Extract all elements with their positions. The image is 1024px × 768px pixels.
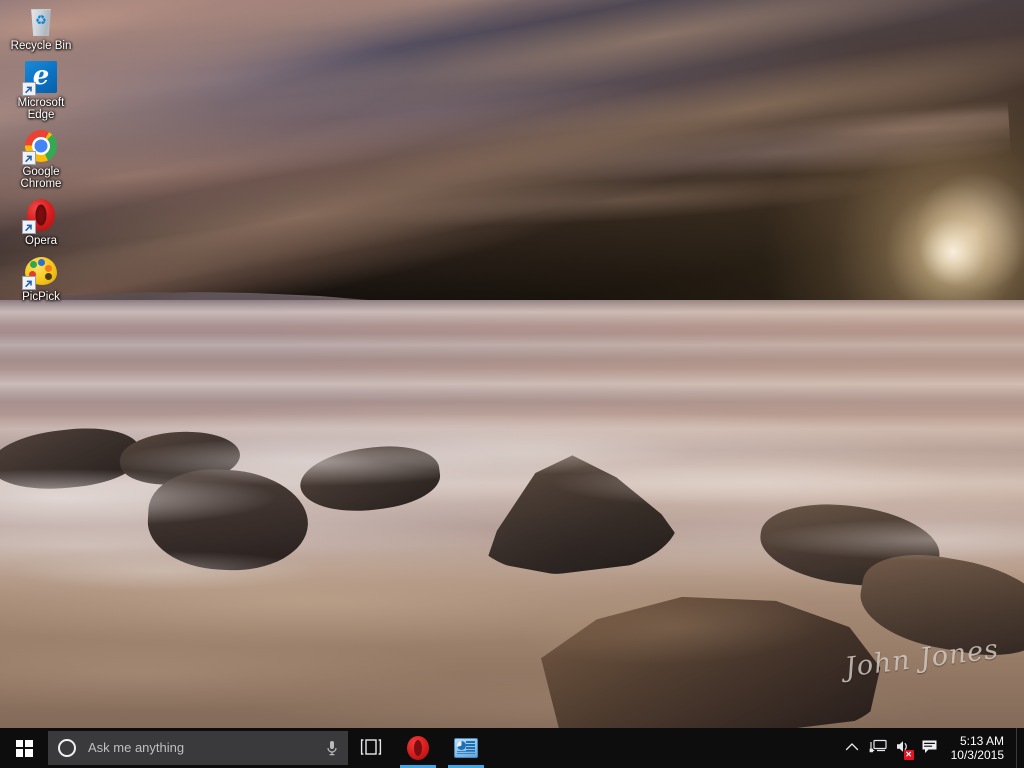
- clock-date: 10/3/2015: [951, 748, 1004, 762]
- taskbar[interactable]: Ask me anything: [0, 728, 1024, 768]
- shortcut-arrow-icon: [22, 151, 36, 165]
- desktop-icon-microsoft-edge[interactable]: e Microsoft Edge: [2, 59, 80, 122]
- desktop[interactable]: John Jones ♻ Recycle Bin e: [0, 0, 1024, 768]
- desktop-icon-label: Recycle Bin: [3, 40, 79, 53]
- task-view-icon: [360, 739, 382, 758]
- start-button[interactable]: [0, 728, 48, 768]
- network-button[interactable]: [865, 728, 891, 768]
- show-desktop-button[interactable]: [1016, 728, 1024, 768]
- desktop-icon-picpick[interactable]: PicPick: [2, 253, 80, 304]
- task-view-button[interactable]: [348, 728, 394, 768]
- taskbar-app-picpick[interactable]: [442, 728, 490, 768]
- desktop-icon-google-chrome[interactable]: Google Chrome: [2, 128, 80, 191]
- action-center-button[interactable]: [917, 728, 943, 768]
- desktop-icon-grid: ♻ Recycle Bin e Microsoft Edge: [0, 0, 84, 720]
- microphone-icon[interactable]: [324, 739, 340, 757]
- desktop-icon-label: Microsoft Edge: [3, 97, 79, 122]
- action-center-icon: [921, 739, 938, 758]
- shortcut-arrow-icon: [22, 276, 36, 290]
- wallpaper-color-grade: [0, 0, 1024, 768]
- google-chrome-icon: [23, 128, 59, 164]
- picpick-icon: [454, 738, 478, 758]
- desktop-icon-label: PicPick: [3, 291, 79, 304]
- search-placeholder-text: Ask me anything: [88, 740, 324, 756]
- clock[interactable]: 5:13 AM 10/3/2015: [943, 728, 1016, 768]
- chevron-up-icon: [845, 741, 859, 755]
- desktop-icon-opera[interactable]: Opera: [2, 197, 80, 248]
- cortana-circle-icon[interactable]: [58, 739, 76, 757]
- system-tray: ✕ 5:13 AM 10/3/2015: [839, 728, 1024, 768]
- volume-button[interactable]: ✕: [891, 728, 917, 768]
- taskbar-app-opera[interactable]: [394, 728, 442, 768]
- show-hidden-icons-button[interactable]: [839, 728, 865, 768]
- clock-time: 5:13 AM: [960, 734, 1004, 748]
- picpick-icon: [23, 253, 59, 289]
- shortcut-arrow-icon: [22, 220, 36, 234]
- desktop-icon-label: Google Chrome: [3, 166, 79, 191]
- search-input[interactable]: Ask me anything: [48, 731, 348, 765]
- desktop-icon-label: Opera: [3, 235, 79, 248]
- shortcut-arrow-icon: [22, 82, 36, 96]
- microsoft-edge-icon: e: [23, 59, 59, 95]
- opera-icon: [23, 197, 59, 233]
- recycle-bin-icon: ♻: [23, 2, 59, 38]
- windows-logo-icon: [16, 740, 33, 757]
- desktop-icon-recycle-bin[interactable]: ♻ Recycle Bin: [2, 2, 80, 53]
- mute-badge: ✕: [904, 750, 914, 760]
- network-icon: [869, 739, 887, 757]
- opera-icon: [407, 736, 429, 760]
